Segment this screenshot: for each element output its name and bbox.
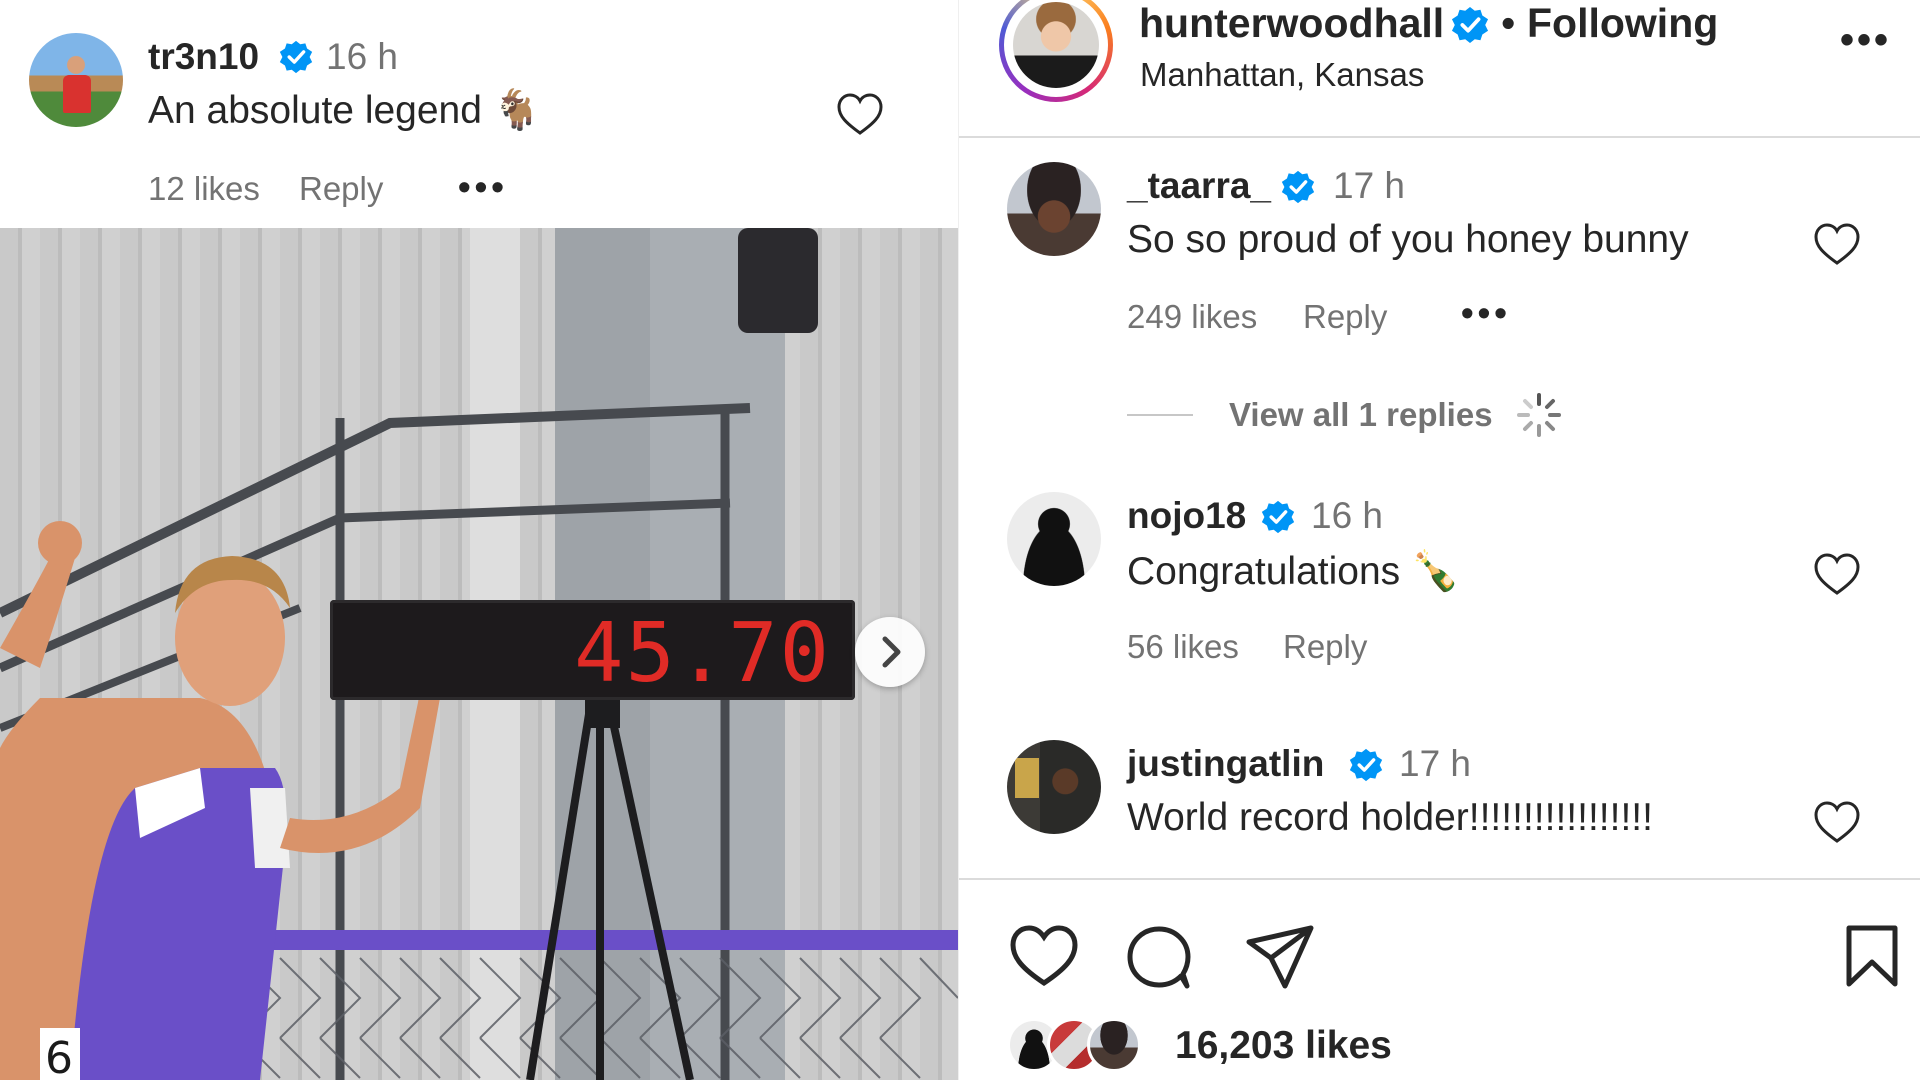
- like-heart-icon[interactable]: [1813, 552, 1861, 596]
- bookmark-save-icon[interactable]: [1843, 924, 1901, 990]
- comment-time: 17 h: [1399, 743, 1472, 784]
- post-actions: 16,203 likes: [959, 878, 1920, 1080]
- comment-time: 16 h: [326, 36, 399, 77]
- author-username[interactable]: hunterwoodhall: [1139, 0, 1444, 47]
- left-panel: tr3n10 16 h An absolute legend 🐐 12 like…: [0, 0, 958, 1080]
- like-heart-icon[interactable]: [1813, 800, 1861, 844]
- verified-badge-icon: [1281, 170, 1315, 204]
- like-heart-icon[interactable]: [836, 92, 884, 136]
- verified-badge-icon: [1451, 6, 1489, 44]
- like-heart-icon[interactable]: [1813, 222, 1861, 266]
- total-likes[interactable]: 16,203 likes: [1175, 1024, 1392, 1068]
- share-send-icon[interactable]: [1245, 924, 1315, 990]
- header-separator: •: [1501, 0, 1516, 46]
- verified-badge-icon: [1349, 748, 1383, 782]
- comment-text: So so proud of you honey bunny: [1127, 218, 1689, 261]
- reply-button[interactable]: Reply: [1303, 298, 1387, 336]
- post-options-button[interactable]: •••: [1840, 18, 1891, 63]
- scoreboard: 45.70: [330, 600, 855, 701]
- scoreboard-time: 45.70: [574, 606, 831, 701]
- view-replies-button[interactable]: View all 1 replies: [1229, 396, 1493, 434]
- author-avatar[interactable]: [1013, 2, 1099, 88]
- avatar[interactable]: [1007, 492, 1101, 586]
- comment-username[interactable]: nojo18: [1127, 495, 1246, 537]
- comments-list: _taarra_ 17 h So so proud of you honey b…: [959, 140, 1920, 876]
- replies-divider: [1127, 414, 1193, 416]
- chevron-right-icon: [882, 636, 901, 668]
- avatar[interactable]: [1007, 162, 1101, 256]
- comment-username[interactable]: tr3n10: [148, 36, 259, 78]
- bib-number: 6: [45, 1033, 73, 1080]
- comment-time: 16 h: [1311, 495, 1384, 536]
- story-ring[interactable]: [999, 0, 1113, 102]
- comment-bubble-icon[interactable]: [1125, 924, 1193, 990]
- post-photo[interactable]: 6 45.70: [0, 228, 958, 1080]
- comment-username[interactable]: _taarra_: [1127, 165, 1271, 207]
- following-button[interactable]: Following: [1527, 0, 1718, 47]
- comment-text: Congratulations 🍾: [1127, 550, 1460, 593]
- comment-likes[interactable]: 249 likes: [1127, 298, 1257, 336]
- liker-avatar: [1087, 1018, 1141, 1072]
- loading-spinner-icon: [1517, 393, 1561, 437]
- reply-button[interactable]: Reply: [299, 170, 383, 208]
- post-location[interactable]: Manhattan, Kansas: [1140, 56, 1424, 94]
- post-header: hunterwoodhall • Following Manhattan, Ka…: [959, 0, 1920, 138]
- next-photo-button[interactable]: [855, 617, 925, 687]
- comment-tr3n10: tr3n10 16 h An absolute legend 🐐 12 like…: [0, 0, 958, 228]
- right-panel: hunterwoodhall • Following Manhattan, Ka…: [958, 0, 1920, 1080]
- avatar[interactable]: [29, 33, 123, 127]
- verified-badge-icon: [279, 40, 313, 74]
- comment-username[interactable]: justingatlin: [1127, 743, 1324, 785]
- comment-likes[interactable]: 56 likes: [1127, 628, 1239, 666]
- like-heart-icon[interactable]: [1009, 924, 1079, 988]
- comment-likes[interactable]: 12 likes: [148, 170, 260, 208]
- comment-more-button[interactable]: •••: [458, 166, 508, 208]
- avatar[interactable]: [1007, 740, 1101, 834]
- comment-text: World record holder!!!!!!!!!!!!!!!!!: [1127, 796, 1653, 839]
- comment-more-button[interactable]: •••: [1461, 292, 1511, 334]
- comment-text: An absolute legend 🐐: [148, 89, 542, 132]
- comment-time: 17 h: [1333, 165, 1406, 206]
- reply-button[interactable]: Reply: [1283, 628, 1367, 666]
- verified-badge-icon: [1261, 500, 1295, 534]
